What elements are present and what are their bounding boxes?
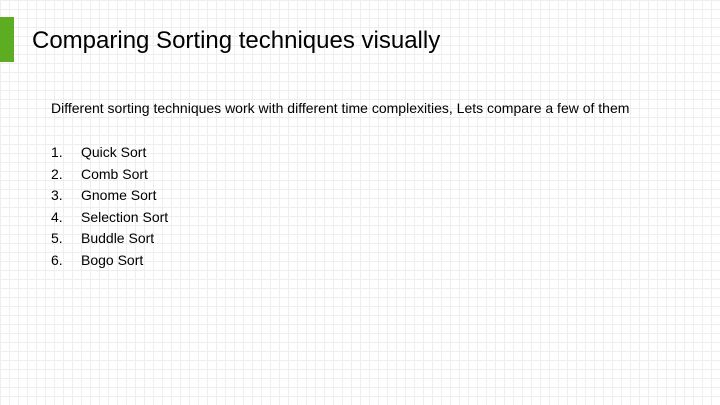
slide-title: Comparing Sorting techniques visually: [32, 27, 441, 54]
list-item-label: Selection Sort: [81, 208, 169, 225]
list-item-label: Gnome Sort: [81, 187, 157, 204]
list-item-number: 1.: [51, 144, 63, 160]
list-item-number: 3.: [51, 187, 63, 204]
list-item-label: Buddle Sort: [81, 230, 155, 247]
list-item-number: 5.: [51, 230, 63, 247]
list-item-label: Quick Sort: [81, 144, 147, 160]
list-item: 1. Quick Sort: [51, 142, 168, 164]
intro-text: Different sorting techniques work with d…: [51, 100, 630, 116]
list-item: 6. Bogo Sort: [51, 250, 168, 272]
list-item: 2. Comb Sort: [51, 164, 168, 186]
sorting-techniques-list: 1. Quick Sort 2. Comb Sort 3. Gnome Sort 4.…: [51, 142, 168, 272]
list-item-label: Bogo Sort: [81, 251, 144, 268]
list-item-number: 2.: [51, 165, 63, 182]
title-accent-bar: [0, 17, 14, 62]
slide: Comparing Sorting techniques visually Di…: [0, 0, 720, 405]
list-item-number: 4.: [51, 208, 63, 225]
list-item: 4. Selection Sort: [51, 207, 168, 229]
list-item-number: 6.: [51, 251, 63, 268]
list-item: 5. Buddle Sort: [51, 228, 168, 250]
list-item-label: Comb Sort: [81, 165, 148, 182]
list-item: 3. Gnome Sort: [51, 185, 168, 207]
